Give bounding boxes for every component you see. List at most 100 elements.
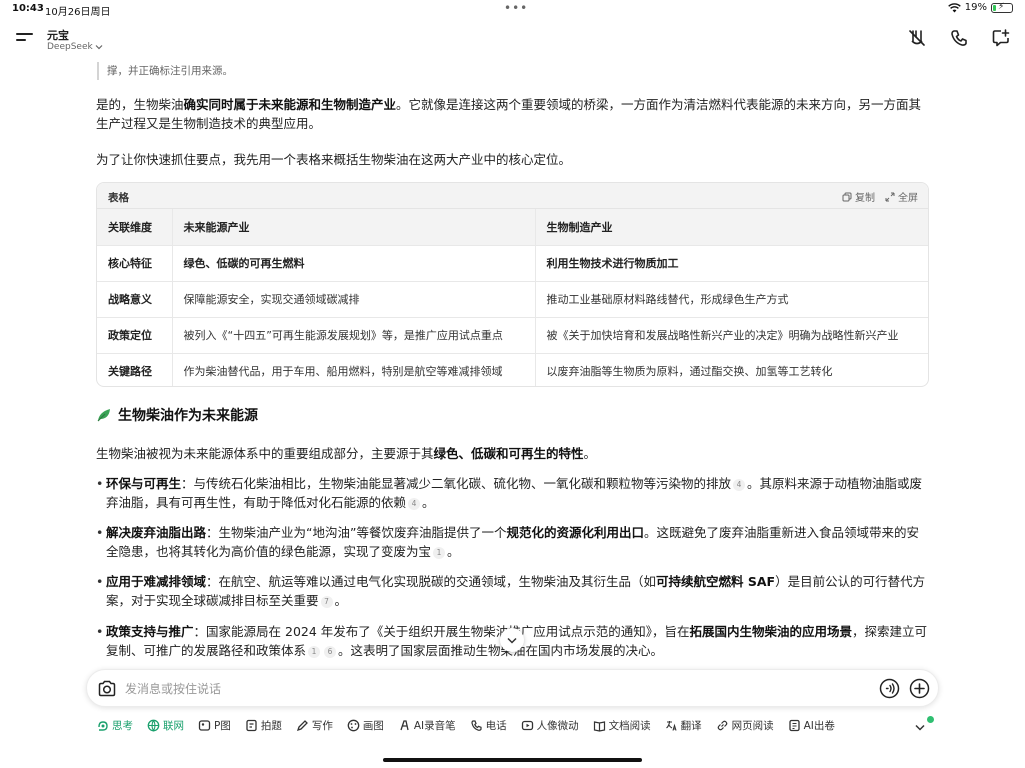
voice-input-icon[interactable] bbox=[879, 678, 900, 699]
section-intro-bold: 绿色、低碳和可再生的特性 bbox=[433, 446, 584, 461]
translate-icon bbox=[665, 721, 677, 731]
phone-call-icon[interactable] bbox=[949, 28, 969, 48]
citation-badge[interactable]: 4 bbox=[408, 498, 421, 510]
table-label: 表格 bbox=[108, 192, 129, 204]
phone-icon bbox=[471, 720, 482, 731]
portrait-motion-icon bbox=[521, 720, 533, 731]
tool-label: 画图 bbox=[362, 720, 384, 732]
status-bar: 10:43 10月26日周日 ••• 19% ⚡ bbox=[0, 0, 1025, 18]
quote-block: 撑，并正确标注引用来源。 bbox=[97, 62, 929, 80]
tool-globe[interactable]: 联网 bbox=[147, 718, 184, 733]
tool-label: 联网 bbox=[163, 720, 184, 732]
notification-badge bbox=[925, 714, 936, 725]
leaf-icon bbox=[97, 409, 110, 422]
summary-table: 关联维度 未来能源产业 生物制造产业 核心特征 绿色、低碳的可再生燃料 利用生物… bbox=[97, 209, 928, 386]
exam-paper-icon bbox=[788, 719, 800, 732]
table-cell: 被《关于加快培育和发展战略性新兴产业的决定》明确为战略性新兴产业 bbox=[534, 317, 928, 354]
bullet-bold: 可持续航空燃料 SAF bbox=[656, 574, 776, 589]
battery-icon: ⚡ bbox=[991, 2, 1013, 13]
tool-exam-paper[interactable]: AI出卷 bbox=[788, 718, 835, 733]
bullet-head: 解决废弃油脂出路 bbox=[106, 525, 207, 540]
bullet-head: 应用于难减排领域 bbox=[106, 574, 207, 589]
tool-book[interactable]: 文档阅读 bbox=[593, 718, 651, 733]
tool-portrait-motion[interactable]: 人像微动 bbox=[521, 718, 579, 733]
globe-icon bbox=[147, 719, 160, 732]
message-input[interactable]: 发消息或按住说话 bbox=[125, 680, 221, 697]
plus-icon[interactable] bbox=[909, 678, 930, 699]
status-date: 10月26日周日 bbox=[45, 7, 111, 18]
deep-think-icon bbox=[98, 721, 108, 731]
intro-paragraph: 是的，生物柴油确实同时属于未来能源和生物制造产业。它就像是连接这两个重要领域的桥… bbox=[96, 95, 931, 133]
tool-deep-think[interactable]: 思考 bbox=[96, 718, 133, 733]
tool-image-edit[interactable]: P图 bbox=[198, 718, 231, 733]
tool-label: 翻译 bbox=[680, 720, 702, 732]
column-header: 生物制造产业 bbox=[534, 209, 928, 246]
tool-scan-question[interactable]: 拍题 bbox=[245, 718, 282, 733]
table-cell: 核心特征 bbox=[97, 245, 172, 282]
tool-link[interactable]: 网页阅读 bbox=[716, 718, 774, 733]
table-cell: 关键路径 bbox=[108, 365, 152, 379]
citation-badge[interactable]: 1 bbox=[308, 646, 321, 658]
table-header-row: 关联维度 未来能源产业 生物制造产业 bbox=[97, 209, 928, 246]
tool-label: 思考 bbox=[112, 720, 133, 732]
chat-content[interactable]: 撑，并正确标注引用来源。 是的，生物柴油确实同时属于未来能源和生物制造产业。它就… bbox=[0, 62, 1025, 660]
tool-strip: 思考 联网 P图 拍题 写作 画图 AI录音笔 电话 人像微动 文档阅读 翻译 网页阅读 AI出卷 bbox=[96, 718, 849, 733]
scan-question-icon bbox=[246, 719, 257, 732]
table-cell: 政策定位 bbox=[97, 317, 172, 354]
table-toolbar: 表格 复制 全屏 bbox=[97, 183, 928, 209]
scroll-to-bottom-button[interactable] bbox=[500, 628, 524, 652]
intro-text: 是的，生物柴油 bbox=[96, 97, 184, 112]
tool-label: 文档阅读 bbox=[608, 720, 651, 732]
camera-icon[interactable] bbox=[97, 679, 117, 699]
tool-pen[interactable]: 写作 bbox=[296, 718, 333, 733]
bullet-head: 政策支持与推广 bbox=[106, 624, 194, 639]
message-input-bar[interactable]: 发消息或按住说话 bbox=[86, 669, 939, 707]
tool-label: 网页阅读 bbox=[731, 720, 774, 732]
fullscreen-label: 全屏 bbox=[898, 193, 918, 204]
menu-icon[interactable] bbox=[16, 33, 33, 45]
tool-label: 拍题 bbox=[260, 720, 282, 732]
bullet-text: ：在航空、航运等难以通过电气化实现脱碳的交通领域，生物柴油及其衍生品（如 bbox=[206, 574, 657, 589]
table-cell: 以废弃油脂等生物质为原料，通过酯交换、加氢等工艺转化 bbox=[534, 353, 928, 386]
multitask-dots-icon[interactable]: ••• bbox=[504, 1, 528, 15]
chevron-down-icon bbox=[915, 724, 925, 731]
tool-phone[interactable]: 电话 bbox=[470, 718, 507, 733]
image-edit-icon bbox=[198, 720, 211, 731]
bullet-text: ：与传统石化柴油相比，生物柴油能显著减少二氧化碳、硫化物、一氧化碳和颗粒物等污染… bbox=[181, 476, 732, 491]
table-cell: 绿色、低碳的可再生燃料 bbox=[171, 245, 535, 282]
bullet-text: 。 bbox=[422, 495, 435, 510]
tool-translate[interactable]: 翻译 bbox=[665, 718, 702, 733]
recorder-icon bbox=[400, 720, 409, 731]
tool-label: AI录音笔 bbox=[413, 720, 456, 732]
book-icon bbox=[593, 721, 605, 732]
fullscreen-button[interactable]: 全屏 bbox=[885, 189, 918, 204]
status-time: 10:43 bbox=[12, 3, 44, 14]
section-heading: 生物柴油作为未来能源 bbox=[96, 405, 258, 425]
link-icon bbox=[717, 720, 727, 731]
citation-badge[interactable]: 6 bbox=[324, 646, 337, 658]
tool-recorder[interactable]: AI录音笔 bbox=[398, 718, 456, 733]
new-chat-icon[interactable] bbox=[991, 28, 1011, 48]
model-name: DeepSeek bbox=[47, 42, 93, 52]
citation-badge[interactable]: 7 bbox=[320, 596, 333, 608]
section-intro-text: 生物柴油被视为未来能源体系中的重要组成部分，主要源于其 bbox=[96, 446, 434, 461]
model-selector[interactable]: DeepSeek bbox=[47, 42, 103, 52]
tool-palette[interactable]: 画图 bbox=[347, 718, 384, 733]
mute-voice-icon[interactable] bbox=[907, 28, 927, 48]
citation-badge[interactable]: 1 bbox=[433, 547, 446, 559]
pen-icon bbox=[296, 720, 308, 732]
tool-label: AI出卷 bbox=[803, 720, 835, 732]
app-header: 元宝 DeepSeek bbox=[0, 18, 1025, 62]
tool-label: 人像微动 bbox=[536, 720, 579, 732]
bullet-text: 。 bbox=[334, 593, 348, 608]
column-header: 关联维度 bbox=[97, 209, 172, 246]
wifi-icon bbox=[947, 2, 961, 12]
bullet-text: ：国家能源局在 2024 年发布了《关于组织开展生物柴油推广应用试点示范的通知》… bbox=[193, 624, 690, 639]
battery-percent: 19% bbox=[964, 2, 987, 13]
citation-badge[interactable]: 4 bbox=[733, 479, 746, 491]
column-header: 未来能源产业 bbox=[171, 209, 535, 246]
tool-label: P图 bbox=[214, 720, 231, 732]
bullet-bold: 拓展国内生物柴油的应用场景 bbox=[689, 624, 853, 639]
copy-button[interactable]: 复制 bbox=[842, 189, 875, 204]
home-indicator[interactable] bbox=[383, 758, 642, 762]
